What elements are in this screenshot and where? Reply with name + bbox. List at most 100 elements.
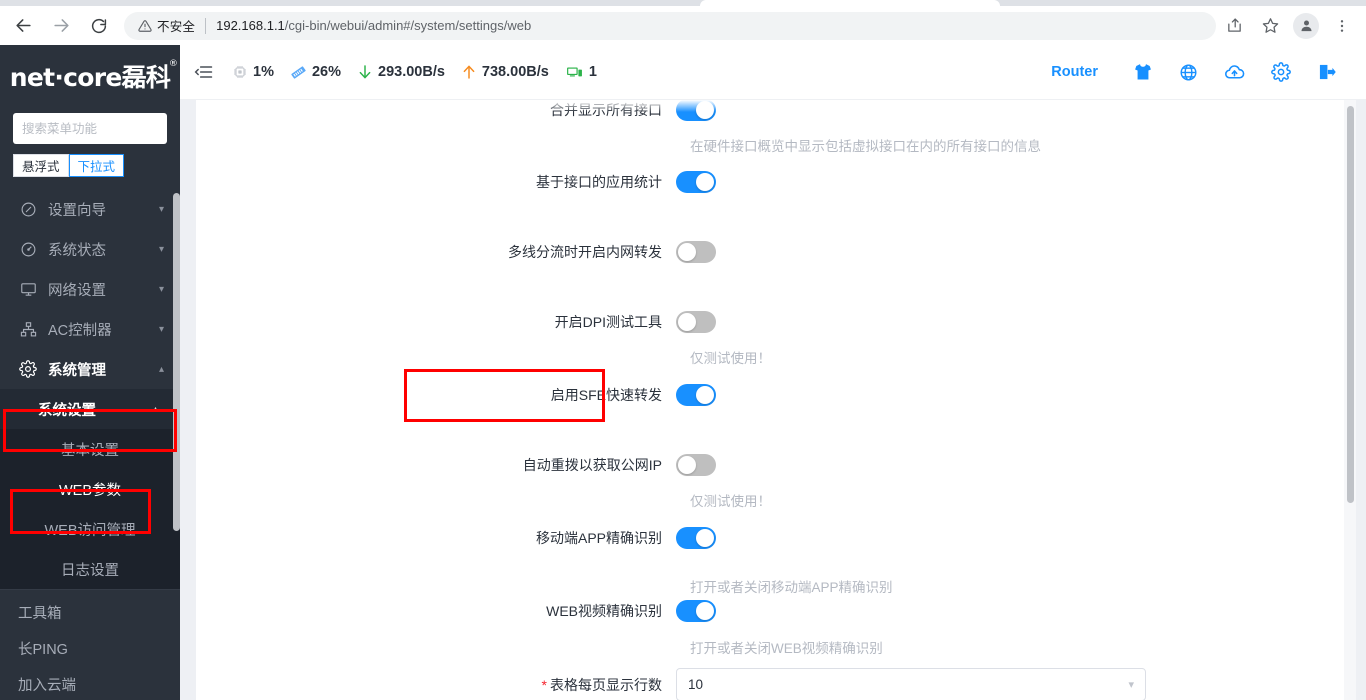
- stat-value: 26%: [311, 64, 341, 80]
- device-name-label[interactable]: Router: [1051, 64, 1098, 80]
- select-value: 10: [688, 677, 704, 692]
- brand-logo-text: net·core磊科: [9, 63, 171, 92]
- menu-mode-switch: 悬浮式 下拉式: [0, 144, 180, 177]
- gauge-icon: [18, 241, 38, 258]
- address-bar[interactable]: 不安全 192.168.1.1/cgi-bin/webui/admin#/sys…: [124, 11, 1216, 40]
- toggle-knob: [678, 456, 696, 474]
- browser-actions: [1216, 11, 1366, 41]
- form-row-dpi-test-tool: 开启DPI测试工具: [196, 311, 1296, 333]
- stat-value: 1%: [253, 64, 274, 80]
- toggle-interface-app-stats[interactable]: [676, 171, 716, 193]
- search-input[interactable]: [22, 121, 180, 136]
- three-dot-menu-icon[interactable]: [1327, 11, 1357, 41]
- sidebar-tools-block: 工具箱 长PING 加入云端: [0, 589, 180, 700]
- sidebar-item-long-ping[interactable]: 长PING: [0, 630, 180, 666]
- toggle-knob: [696, 602, 714, 620]
- logout-icon[interactable]: [1317, 62, 1337, 82]
- url-path: /cgi-bin/webui/admin#/system/settings/we…: [284, 18, 532, 33]
- star-icon[interactable]: [1255, 11, 1285, 41]
- form-row-enable-sfe-fast-forward: 启用SFE快速转发: [196, 384, 1296, 406]
- form-row-web-video-recognition: WEB视频精确识别: [196, 600, 1296, 622]
- settings-gear-icon[interactable]: [1271, 62, 1291, 82]
- toggle-knob: [696, 173, 714, 191]
- form-help-text: 打开或者关闭移动端APP精确识别: [690, 580, 893, 595]
- browser-chrome: 不安全 192.168.1.1/cgi-bin/webui/admin#/sys…: [0, 0, 1366, 45]
- stat-clients: 1: [565, 64, 597, 81]
- sidebar-subitem-label: WEB访问管理: [44, 522, 136, 539]
- sidebar-item-basic-settings[interactable]: 基本设置: [0, 429, 180, 469]
- stat-upload: 738.00B/s: [461, 63, 549, 81]
- sidebar-item-system-status[interactable]: 系统状态 ▾: [0, 229, 180, 269]
- sidebar-item-web-params[interactable]: WEB参数: [0, 469, 180, 509]
- toggle-web-video-recognition[interactable]: [676, 600, 716, 622]
- sidebar-item-ac-controller[interactable]: AC控制器 ▾: [0, 309, 180, 349]
- theme-shirt-icon[interactable]: [1133, 62, 1153, 82]
- mode-dropdown-button[interactable]: 下拉式: [68, 154, 125, 177]
- sidebar-item-log-settings[interactable]: 日志设置: [0, 549, 180, 589]
- reload-icon[interactable]: [84, 11, 114, 41]
- stat-download: 293.00B/s: [357, 63, 445, 81]
- form-label: 开启DPI测试工具: [554, 314, 662, 330]
- sidebar-subitem-label: 基本设置: [61, 442, 119, 459]
- forward-arrow-icon[interactable]: [46, 11, 76, 41]
- menu-search-box[interactable]: [13, 113, 180, 144]
- chevron-down-icon: ▾: [158, 203, 164, 215]
- sidebar-subitem-label: WEB参数: [58, 482, 122, 499]
- form-label: * 表格每页显示行数: [196, 675, 676, 695]
- sidebar-item-setup-wizard[interactable]: 设置向导 ▾: [0, 189, 180, 229]
- stat-value: 293.00B/s: [378, 64, 445, 80]
- back-arrow-icon[interactable]: [8, 11, 38, 41]
- sidebar-subitem-label: 日志设置: [61, 562, 119, 579]
- content-scrollbar-thumb[interactable]: [1347, 106, 1354, 503]
- chevron-up-icon: ▴: [152, 403, 158, 415]
- omnibox-divider: [205, 17, 207, 34]
- sidebar: net·core磊科® 悬浮式 下拉式 设置向导 ▾ 系统状态 ▾: [0, 45, 180, 700]
- form-label-text: 表格每页显示行数: [550, 676, 662, 693]
- cloud-upload-icon[interactable]: [1224, 62, 1245, 83]
- sidebar-item-web-access-management[interactable]: WEB访问管理: [0, 509, 180, 549]
- sidebar-item-label: 系统管理: [48, 362, 106, 379]
- upload-arrow-icon: [461, 63, 477, 81]
- share-icon[interactable]: [1219, 11, 1249, 41]
- toggle-dpi-test-tool[interactable]: [676, 311, 716, 333]
- sidebar-group-label: 系统设置: [38, 402, 96, 419]
- not-secure-label: 不安全: [157, 20, 196, 34]
- sidebar-scrollbar[interactable]: [173, 193, 180, 531]
- sidebar-group-system-settings[interactable]: 系统设置 ▴: [0, 389, 180, 429]
- sidebar-item-label: 系统状态: [48, 242, 106, 259]
- chevron-up-icon: ▴: [158, 363, 164, 375]
- form-row-multiwan-lan-forward: 多线分流时开启内网转发: [196, 241, 1296, 263]
- sidebar-item-join-cloud[interactable]: 加入云端: [0, 666, 180, 700]
- mode-floating-button[interactable]: 悬浮式: [13, 154, 69, 177]
- form-row-mobile-app-recognition: 移动端APP精确识别: [196, 527, 1296, 549]
- language-globe-icon[interactable]: [1179, 63, 1198, 82]
- sidebar-tool-label: 工具箱: [18, 605, 62, 622]
- toggle-mobile-app-recognition[interactable]: [676, 527, 716, 549]
- form-label: 移动端APP精确识别: [535, 530, 662, 546]
- form-help-text: 仅测试使用！: [690, 494, 771, 509]
- form-help-text: 在硬件接口概览中显示包括虚拟接口在内的所有接口的信息: [690, 139, 1041, 154]
- sidebar-item-system-management[interactable]: 系统管理 ▴: [0, 349, 180, 389]
- form-row-rows-per-page: * 表格每页显示行数 10 ▾: [196, 668, 1296, 700]
- sidebar-tool-label: 加入云端: [18, 677, 76, 694]
- menu-collapse-icon[interactable]: [194, 62, 214, 82]
- toggle-auto-redial-public-ip[interactable]: [676, 454, 716, 476]
- toggle-enable-sfe-fast-forward[interactable]: [676, 384, 716, 406]
- toggle-knob: [696, 529, 714, 547]
- not-secure-warning-icon: [138, 19, 152, 33]
- sidebar-tool-label: 长PING: [18, 641, 68, 658]
- chevron-down-icon: ▾: [158, 323, 164, 335]
- cpu-icon: [232, 64, 248, 80]
- sidebar-item-network-settings[interactable]: 网络设置 ▾: [0, 269, 180, 309]
- toggle-multiwan-lan-forward[interactable]: [676, 241, 716, 263]
- form-label: 启用SFE快速转发: [550, 387, 662, 403]
- download-arrow-icon: [357, 63, 373, 81]
- browser-nav-bar: 不安全 192.168.1.1/cgi-bin/webui/admin#/sys…: [0, 6, 1366, 45]
- required-asterisk: *: [541, 676, 547, 693]
- settings-form-panel: 合并显示所有接口 在硬件接口概览中显示包括虚拟接口在内的所有接口的信息 基于接口…: [196, 100, 1344, 700]
- form-row-interface-app-stats: 基于接口的应用统计: [196, 171, 1296, 193]
- form-help-text: 打开或者关闭WEB视频精确识别: [690, 641, 883, 656]
- profile-avatar-icon[interactable]: [1293, 12, 1319, 39]
- select-rows-per-page[interactable]: 10 ▾: [676, 668, 1146, 700]
- sidebar-item-toolbox[interactable]: 工具箱: [0, 594, 180, 630]
